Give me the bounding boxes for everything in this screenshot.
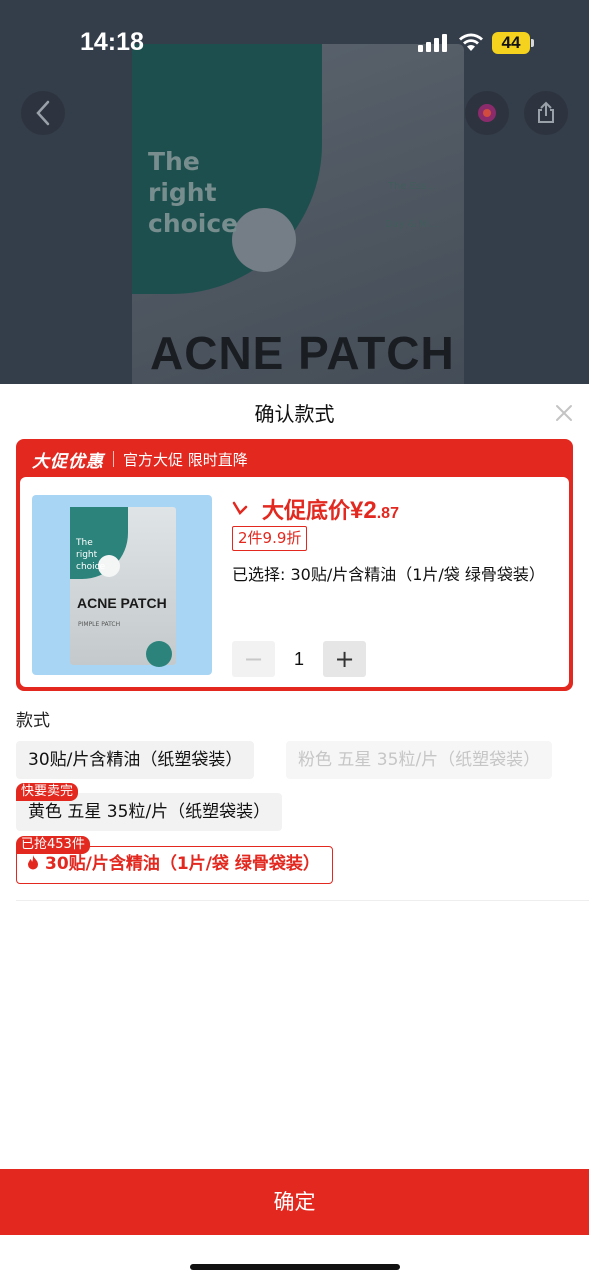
divider	[16, 900, 589, 901]
status-time: 14:18	[80, 28, 144, 56]
share-icon	[538, 101, 554, 123]
promo-separator	[113, 451, 114, 467]
share-button[interactable]	[524, 91, 568, 135]
style-option-4-label: 30贴/片含精油（1片/袋 绿骨袋装）	[45, 854, 320, 874]
style-option-2[interactable]: 粉色 五星 35粒/片（纸塑袋装）	[286, 741, 553, 779]
confirm-button[interactable]: 确定	[0, 1169, 589, 1235]
quantity-stepper: − 1 +	[232, 641, 366, 677]
favorite-button[interactable]	[465, 91, 509, 135]
promo-price: 大促底价 ¥ 2 .87	[232, 493, 399, 525]
style-option-1[interactable]: 30贴/片含精油（纸塑袋装）	[16, 741, 255, 779]
thumb-tagline: The right choice	[76, 538, 106, 572]
shop-icon	[478, 104, 496, 122]
increase-button[interactable]: +	[323, 641, 366, 677]
discount-tag: 2件9.9折	[232, 526, 308, 551]
thumb-title: ACNE PATCH	[77, 595, 167, 611]
status-bar: 14:18 44	[0, 0, 589, 84]
price-integer: 2	[363, 497, 377, 524]
style-label: 款式	[16, 711, 50, 731]
decrease-button[interactable]: −	[232, 641, 275, 677]
chevron-left-icon	[36, 100, 50, 126]
sheet-title: 确认款式	[254, 402, 335, 426]
price-currency: ¥	[350, 497, 364, 524]
home-indicator	[190, 1264, 400, 1270]
signal-icon	[418, 34, 448, 52]
low-stock-badge: 快要卖完	[16, 783, 79, 801]
thumb-subtitle: PIMPLE PATCH	[78, 621, 121, 628]
close-icon[interactable]	[553, 402, 575, 424]
quantity-value[interactable]: 1	[275, 649, 323, 670]
promo-header: 大促优惠 官方大促 限时直降	[32, 447, 248, 472]
sold-count-badge: 已抢453件	[16, 836, 90, 854]
selected-variant-text: 已选择: 30贴/片含精油（1片/袋 绿骨袋装）	[232, 565, 545, 584]
price-down-icon	[232, 501, 248, 516]
back-button[interactable]	[21, 91, 65, 135]
price-decimal: .87	[376, 505, 399, 522]
promo-brand: 大促优惠	[32, 451, 104, 472]
promo-subtitle: 官方大促 限时直降	[123, 450, 248, 469]
promo-banner: 大促优惠 官方大促 限时直降 The right choice ACNE PAT…	[16, 439, 573, 691]
flame-icon	[28, 855, 38, 870]
product-thumbnail[interactable]: The right choice ACNE PATCH PIMPLE PATCH	[32, 495, 212, 675]
price-label: 大促底价	[262, 499, 351, 524]
product-card: The right choice ACNE PATCH PIMPLE PATCH…	[20, 477, 569, 687]
style-selector-sheet: 确认款式 大促优惠 官方大促 限时直降 The right choice ACN…	[0, 384, 589, 1280]
wifi-icon	[459, 33, 483, 51]
battery-icon: 44	[492, 32, 534, 54]
